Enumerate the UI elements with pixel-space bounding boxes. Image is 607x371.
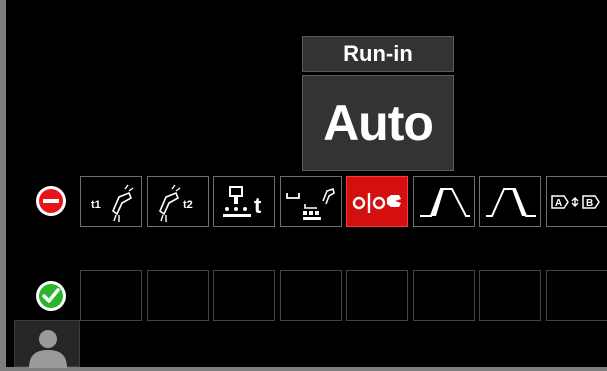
empty-slot[interactable] [413, 270, 475, 321]
run-in-icon [352, 193, 401, 213]
empty-slot[interactable] [546, 270, 607, 321]
bottom-edge-bar [0, 367, 607, 371]
postflow-slot[interactable]: t2 [147, 176, 209, 227]
procedure-ab-icon: A B [551, 195, 600, 209]
settings-screen: Run-in Auto t1 t2 t A B [0, 0, 607, 371]
spot-timer-slot[interactable]: t [213, 176, 275, 227]
start-procedure-slot[interactable] [413, 176, 475, 227]
svg-text:t1: t1 [91, 199, 101, 211]
end-procedure-slot[interactable] [479, 176, 541, 227]
user-profile-icon [29, 330, 67, 368]
start-procedure-icon [420, 188, 470, 217]
svg-text:A: A [555, 198, 562, 209]
user-profile-button[interactable] [14, 320, 80, 368]
empty-slot[interactable] [80, 270, 142, 321]
svg-text:B: B [586, 198, 593, 209]
crater-fill-icon [286, 187, 335, 220]
preflow-slot[interactable]: t1 [80, 176, 142, 227]
empty-slot[interactable] [280, 270, 342, 321]
end-procedure-icon [486, 188, 536, 217]
spot-timer-icon: t [223, 186, 262, 218]
parameter-title: Run-in [302, 36, 454, 72]
preflow-torch-icon: t1 [91, 184, 134, 222]
no-entry-icon [36, 186, 66, 216]
empty-slot[interactable] [346, 270, 408, 321]
svg-text:t: t [254, 193, 262, 218]
svg-text:t2: t2 [183, 199, 193, 211]
procedure-ab-slot[interactable]: A B [546, 176, 607, 227]
left-edge-bar [0, 0, 6, 371]
empty-slot[interactable] [213, 270, 275, 321]
empty-slot[interactable] [479, 270, 541, 321]
empty-slot[interactable] [147, 270, 209, 321]
run-in-slot[interactable] [346, 176, 408, 227]
parameter-value[interactable]: Auto [302, 75, 454, 171]
checkmark-icon [36, 281, 66, 311]
crater-fill-slot[interactable] [280, 176, 342, 227]
postflow-torch-icon: t2 [159, 184, 193, 222]
